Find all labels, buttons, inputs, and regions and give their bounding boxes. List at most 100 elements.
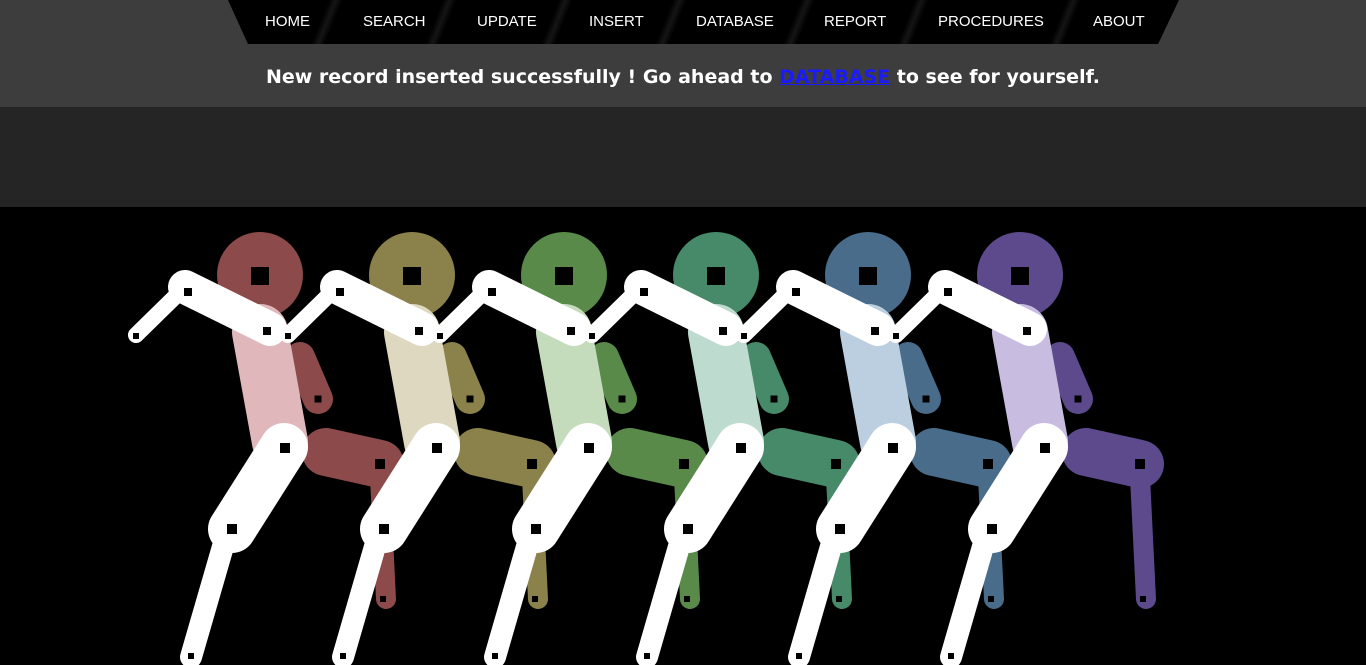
robot-forearm: [128, 279, 193, 343]
robot-joint: [531, 524, 541, 534]
robot-joint: [987, 524, 997, 534]
robot-joint: [948, 653, 954, 659]
robot-front-shin: [484, 532, 539, 665]
robot-joint: [375, 459, 385, 469]
robot-eye: [707, 267, 725, 285]
robot-joint: [1074, 395, 1082, 403]
robot-back-arm: [285, 342, 333, 414]
robot-joint: [188, 653, 194, 659]
robot-joint: [227, 524, 237, 534]
robot-back-thigh: [606, 428, 708, 488]
robot-joint: [988, 596, 994, 602]
robot-back-thigh: [454, 428, 556, 488]
robot-joint: [567, 327, 575, 335]
robot-joint: [532, 596, 538, 602]
robot-joint: [584, 443, 594, 453]
robot-joint: [640, 288, 648, 296]
robot-joint: [1023, 327, 1031, 335]
robot-joint: [944, 288, 952, 296]
robot-joint: [415, 327, 423, 335]
database-link[interactable]: DATABASE: [779, 66, 890, 88]
robot-joint: [741, 333, 747, 339]
robot-joint: [437, 333, 443, 339]
robot-back-arm: [893, 342, 941, 414]
robot-joint: [983, 459, 993, 469]
robot-front-shin: [940, 532, 995, 665]
robot-back-thigh: [302, 428, 404, 488]
nav-report[interactable]: REPORT: [824, 0, 886, 44]
nav-separator: [1049, 0, 1081, 44]
robot-back-thigh: [758, 428, 860, 488]
robot-joint: [380, 596, 386, 602]
robot-joint: [527, 459, 537, 469]
nav-database[interactable]: DATABASE: [696, 0, 774, 44]
robot-joint: [336, 288, 344, 296]
robot-joint: [796, 653, 802, 659]
robot-joint: [492, 653, 498, 659]
robot-joint: [871, 327, 879, 335]
robot-joint: [684, 596, 690, 602]
robot-joint: [683, 524, 693, 534]
nav-separator: [425, 0, 457, 44]
robot-joint: [314, 395, 322, 403]
robot-eye: [251, 267, 269, 285]
robot-eye: [403, 267, 421, 285]
robot-joint: [679, 459, 689, 469]
robot-joint: [618, 395, 626, 403]
robot-front-shin: [332, 532, 387, 665]
robot-joint: [589, 333, 595, 339]
nav-procedures[interactable]: PROCEDURES: [938, 0, 1044, 44]
robot-joint: [285, 333, 291, 339]
robot-joint: [835, 524, 845, 534]
nav-search[interactable]: SEARCH: [363, 0, 426, 44]
robot-joint: [263, 327, 271, 335]
robot-eye: [859, 267, 877, 285]
robot-joint: [432, 443, 442, 453]
robots-illustration: [128, 232, 1164, 665]
robot-back-thigh: [910, 428, 1012, 488]
robot-joint: [888, 443, 898, 453]
robot-front-thigh: [208, 423, 308, 553]
nav-separator: [783, 0, 815, 44]
robot-joint: [184, 288, 192, 296]
robot-joint: [340, 653, 346, 659]
robot-joint: [792, 288, 800, 296]
nav-update[interactable]: UPDATE: [477, 0, 537, 44]
nav-separator: [897, 0, 929, 44]
robot-joint: [1140, 596, 1146, 602]
robot-joint: [133, 333, 139, 339]
nav-separator: [655, 0, 687, 44]
main-navigation: HOME SEARCH UPDATE INSERT DATABASE REPOR…: [228, 0, 1179, 44]
nav-separator: [541, 0, 573, 44]
nav-insert[interactable]: INSERT: [589, 0, 644, 44]
robot-back-arm: [589, 342, 637, 414]
robot-joint: [466, 395, 474, 403]
nav-home[interactable]: HOME: [265, 0, 310, 44]
nav-separator: [311, 0, 343, 44]
robot-joint: [770, 395, 778, 403]
robot-joint: [836, 596, 842, 602]
robot-front-shin: [636, 532, 691, 665]
robot-back-arm: [1045, 342, 1093, 414]
robot-joint: [719, 327, 727, 335]
robot-joint: [1040, 443, 1050, 453]
robot-joint: [736, 443, 746, 453]
spacer-band: [0, 107, 1366, 207]
robot-front-shin: [180, 532, 235, 665]
message-text-before: New record inserted successfully ! Go ah…: [265, 66, 780, 88]
robot-back-shin: [1130, 467, 1156, 609]
robot-joint: [831, 459, 841, 469]
robot-joint: [488, 288, 496, 296]
robot-back-arm: [741, 342, 789, 414]
message-text-after: to see for yourself.: [890, 66, 1101, 88]
robot-eye: [1011, 267, 1029, 285]
robot-joint: [1135, 459, 1145, 469]
robot-joint: [379, 524, 389, 534]
robot-joint: [893, 333, 899, 339]
robot-eye: [555, 267, 573, 285]
nav-about[interactable]: ABOUT: [1093, 0, 1145, 44]
robot-joint: [922, 395, 930, 403]
success-message: New record inserted successfully ! Go ah…: [0, 62, 1366, 92]
robot-front-shin: [788, 532, 843, 665]
robot-joint: [644, 653, 650, 659]
